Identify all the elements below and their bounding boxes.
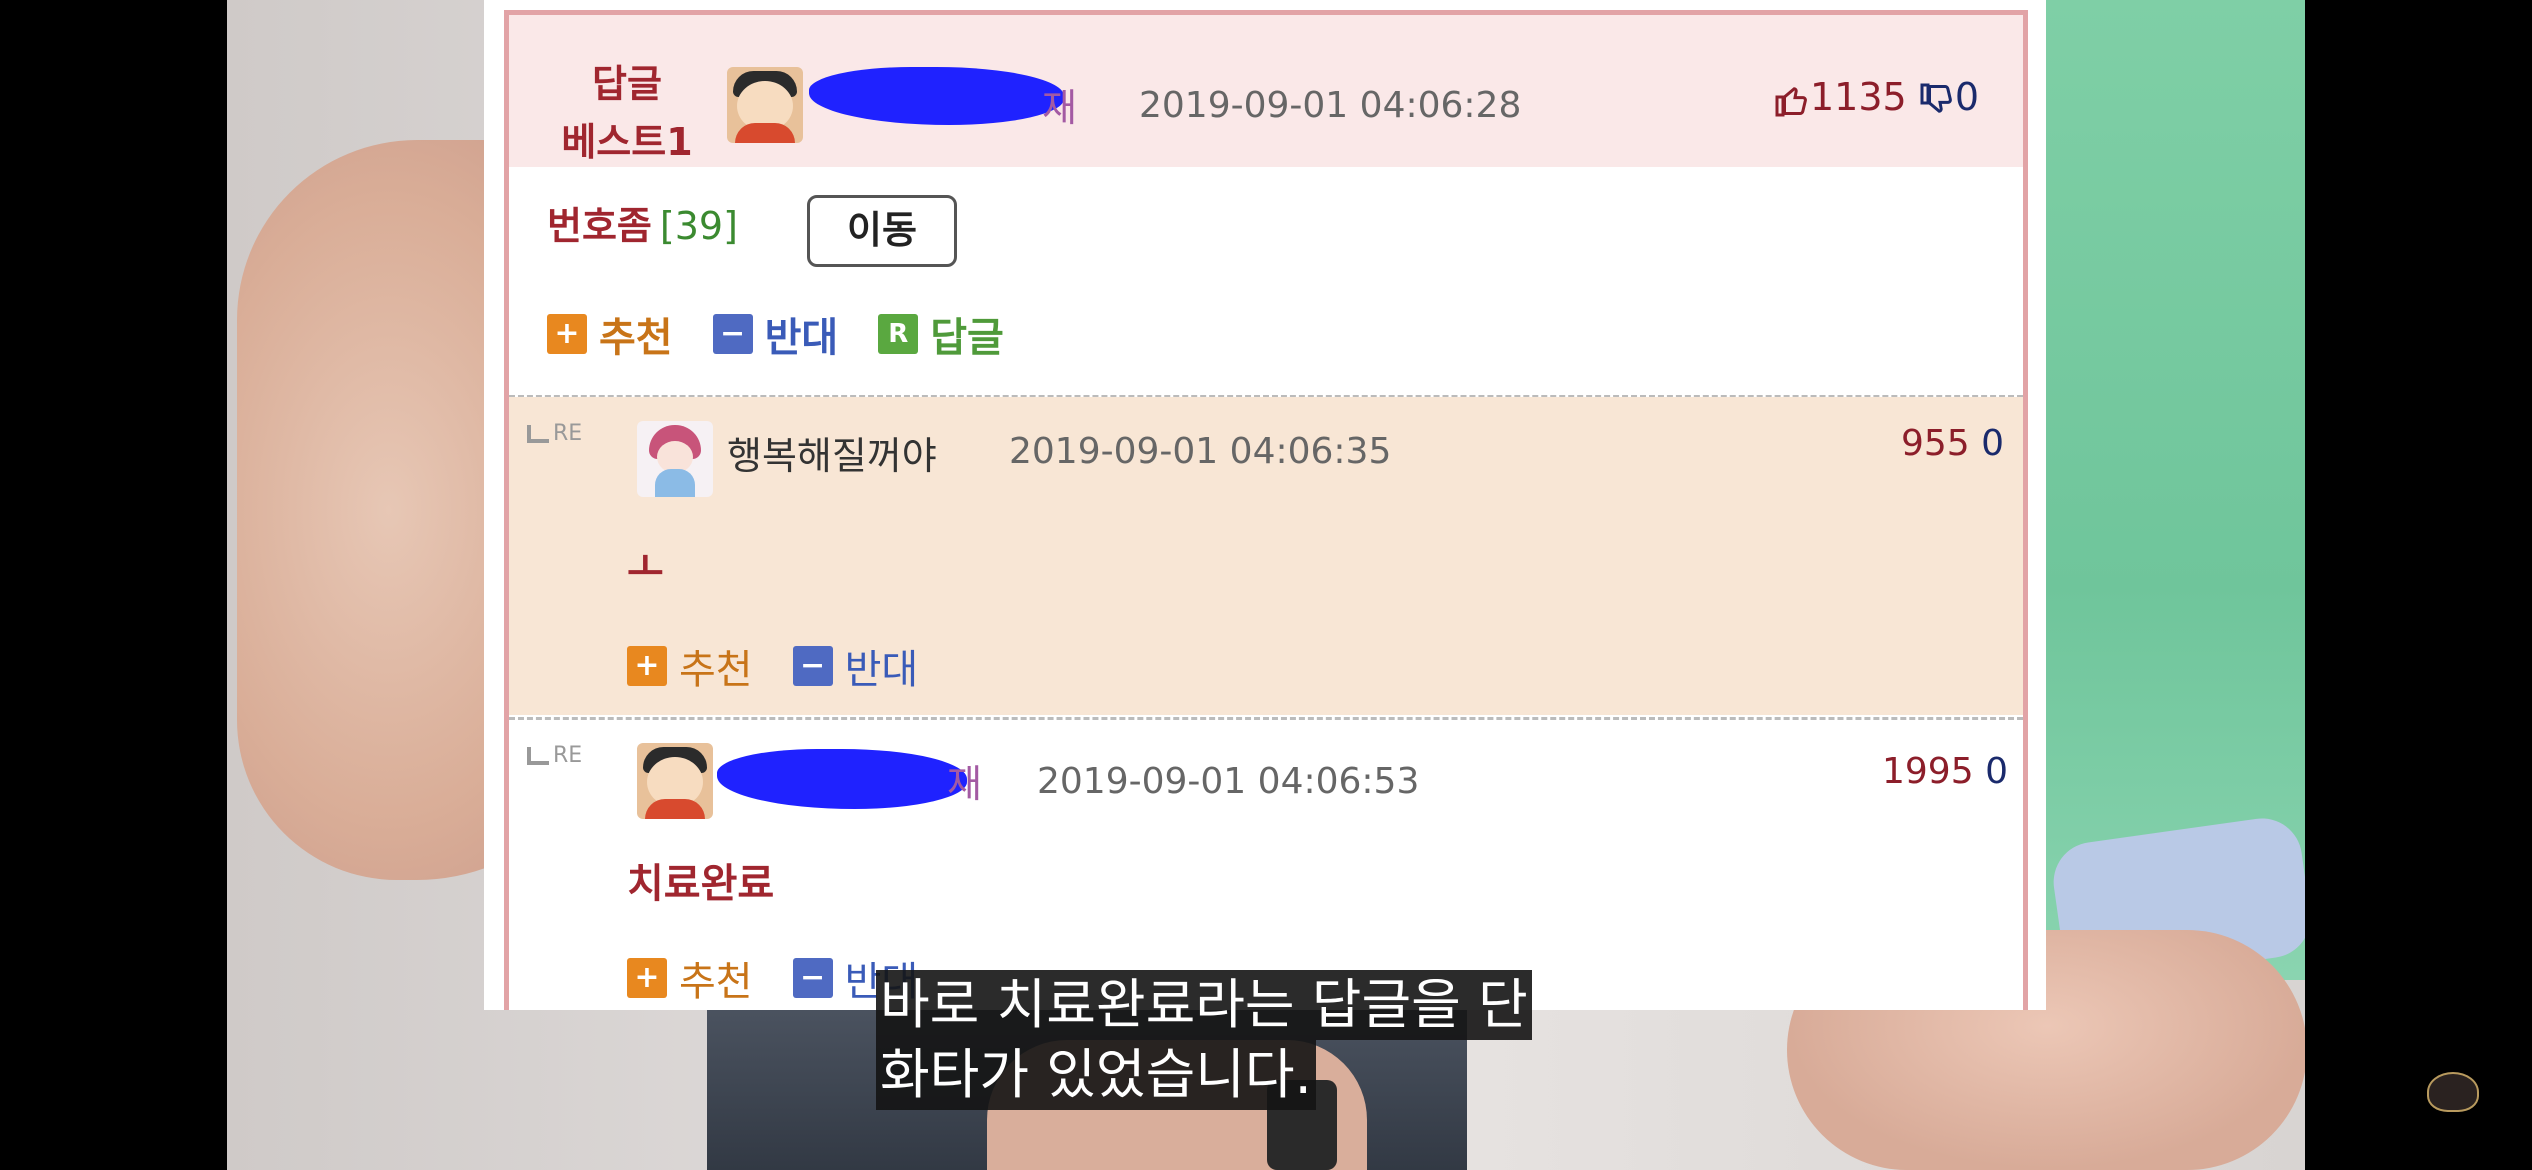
avatar[interactable] xyxy=(637,421,713,497)
reply-item: RE 재 2019-09-01 04:06:53 1995 0 치료완료 + 추… xyxy=(509,721,2023,1010)
subtitle-line-1: 바로 치료완료라는 답글을 단 xyxy=(876,970,1532,1040)
comment-count: [39] xyxy=(659,204,738,248)
avatar[interactable] xyxy=(637,743,713,819)
reply-timestamp: 2019-09-01 04:06:53 xyxy=(1037,761,1420,802)
reply-item: RE 행복해질꺼야 2019-09-01 04:06:35 955 0 ㅗ + … xyxy=(509,397,2023,715)
recommend-button[interactable]: + 추천 xyxy=(627,637,753,695)
commenter-nick[interactable]: 번호좀 xyxy=(547,204,652,248)
comment-actions: + 추천 − 반대 R 답글 xyxy=(547,305,1044,363)
divider xyxy=(509,717,2023,720)
down-vote-count: 0 xyxy=(1985,751,2008,792)
thumbs-down-icon[interactable] xyxy=(1919,82,1955,118)
best-label-line1: 답글 xyxy=(592,62,662,106)
best-label-line2: 베스트1 xyxy=(561,120,693,164)
thumbs-up-icon[interactable] xyxy=(1774,82,1810,118)
reply-button[interactable]: R 답글 xyxy=(878,305,1004,363)
recommend-button[interactable]: + 추천 xyxy=(627,949,753,1007)
username-tail[interactable]: 재 xyxy=(947,753,982,808)
plus-icon: + xyxy=(547,314,587,354)
subtitle-line-2: 화타가 있었습니다. xyxy=(876,1040,1316,1110)
oppose-button[interactable]: − 반대 xyxy=(792,637,918,695)
minus-icon: − xyxy=(792,646,833,686)
move-button[interactable]: 이동 xyxy=(807,195,957,267)
reply-arrow-icon xyxy=(527,425,549,443)
nick-row: 번호좀 [39] xyxy=(547,195,738,250)
down-vote-count: 0 xyxy=(1981,423,2005,464)
oppose-button[interactable]: − 반대 xyxy=(712,305,838,363)
reply-body: 치료완료 xyxy=(627,861,775,907)
channel-watermark-icon[interactable] xyxy=(2427,1072,2479,1112)
minus-icon: − xyxy=(792,958,833,998)
up-vote-count: 955 xyxy=(1901,423,1970,464)
reply-timestamp: 2019-09-01 04:06:35 xyxy=(1009,431,1392,472)
recommend-button[interactable]: + 추천 xyxy=(547,305,673,363)
reply-icon: R xyxy=(878,314,919,354)
comment-list: 답글 베스트1 재 2019-09-01 04:06:28 1135 0 번호좀… xyxy=(504,10,2028,1010)
plus-icon: + xyxy=(627,958,667,998)
reply-votes: 955 0 xyxy=(1901,423,2004,464)
avatar[interactable] xyxy=(727,67,803,143)
best-reply-badge: 답글 베스트1 xyxy=(547,55,707,171)
re-marker: RE xyxy=(527,743,582,768)
vote-counts: 1135 0 xyxy=(1774,75,1979,119)
reply-nick[interactable]: 행복해질꺼야 xyxy=(727,425,937,480)
reply-actions: + 추천 − 반대 xyxy=(627,637,958,695)
reply-arrow-icon xyxy=(527,747,549,765)
username-tail[interactable]: 재 xyxy=(1042,77,1077,132)
redacted-username xyxy=(717,749,967,809)
redacted-username xyxy=(809,67,1064,125)
comment-screenshot-panel: 답글 베스트1 재 2019-09-01 04:06:28 1135 0 번호좀… xyxy=(484,0,2046,1010)
re-marker: RE xyxy=(527,421,582,446)
reply-body: ㅗ xyxy=(627,545,664,591)
best-comment-header: 답글 베스트1 재 2019-09-01 04:06:28 1135 0 xyxy=(509,15,2023,167)
plus-icon: + xyxy=(627,646,667,686)
comment-timestamp: 2019-09-01 04:06:28 xyxy=(1139,85,1522,126)
down-vote-count: 0 xyxy=(1954,75,1979,119)
reply-votes: 1995 0 xyxy=(1882,751,2008,792)
minus-icon: − xyxy=(712,314,753,354)
up-vote-count: 1135 xyxy=(1810,75,1907,119)
up-vote-count: 1995 xyxy=(1882,751,1974,792)
